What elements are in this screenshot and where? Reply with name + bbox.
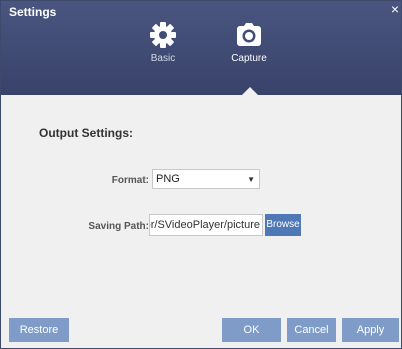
chevron-down-icon: ▼ — [247, 175, 255, 184]
dialog-title: Settings — [9, 5, 57, 19]
cancel-button[interactable]: Cancel — [287, 318, 336, 342]
tab-basic[interactable]: Basic — [128, 21, 198, 87]
tab-capture[interactable]: Capture — [214, 21, 284, 87]
format-select[interactable]: PNG ▼ — [152, 169, 260, 189]
saving-path-field[interactable]: or/SVideoPlayer/picture — [149, 214, 263, 236]
saving-path-value: or/SVideoPlayer/picture — [149, 219, 260, 231]
gear-icon — [150, 22, 176, 48]
close-icon[interactable]: × — [391, 2, 399, 16]
saving-path-label: Saving Path: — [88, 221, 149, 232]
output-settings-heading: Output Settings: — [39, 126, 133, 140]
tab-basic-label: Basic — [150, 53, 176, 64]
dialog-header: Settings × Basic Capture — [1, 1, 401, 95]
format-label: Format: — [111, 175, 149, 186]
format-value: PNG — [156, 173, 180, 185]
apply-button[interactable]: Apply — [342, 318, 399, 342]
active-tab-pointer — [242, 87, 258, 95]
camera-icon — [237, 23, 261, 46]
settings-dialog: Settings × Basic Capture Output Settings… — [0, 0, 402, 349]
tab-capture-label: Capture — [231, 53, 267, 64]
restore-button[interactable]: Restore — [9, 318, 69, 342]
browse-button[interactable]: Browse — [265, 214, 301, 236]
ok-button[interactable]: OK — [222, 318, 281, 342]
